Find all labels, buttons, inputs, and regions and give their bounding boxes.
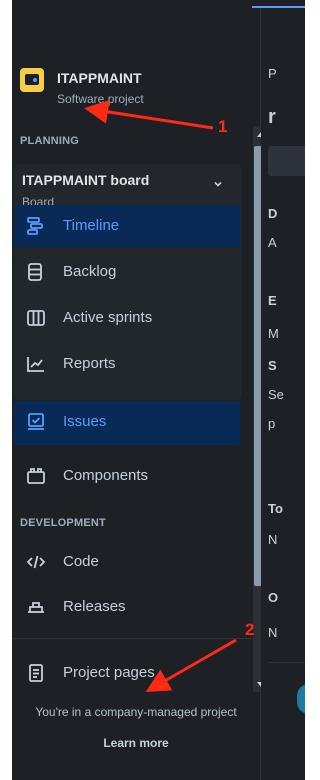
annotation-label-1: 1: [218, 117, 228, 136]
window-edge: [0, 0, 12, 780]
content-fragment: To: [268, 501, 283, 516]
reports-icon: [26, 354, 46, 374]
nav-item-active-sprints[interactable]: Active sprints: [14, 297, 240, 339]
app-window: ITAPPMAINT Software project PLANNING ITA…: [0, 0, 305, 780]
learn-more-link[interactable]: Learn more: [12, 736, 260, 750]
nav-label-code: Code: [63, 553, 99, 570]
content-fragment: S: [268, 358, 277, 373]
nav-item-timeline[interactable]: Timeline: [14, 205, 240, 247]
code-icon: [26, 552, 46, 572]
content-divider: [268, 662, 305, 663]
content-fragment: M: [268, 326, 279, 341]
issue-detail-panel: P r D A E M S Se p To N O N: [261, 8, 305, 780]
nav-item-components[interactable]: Components: [14, 455, 240, 497]
content-input-box[interactable]: [268, 146, 305, 176]
nav-label-components: Components: [63, 467, 149, 484]
nav-label-releases: Releases: [63, 598, 126, 615]
content-fragment: r: [268, 106, 276, 128]
nav-item-backlog[interactable]: Backlog: [14, 251, 240, 293]
content-fragment: Se: [268, 387, 284, 402]
content-fragment: D: [268, 206, 278, 221]
nav-item-issues[interactable]: Issues: [14, 401, 240, 445]
issues-icon: [26, 412, 46, 432]
project-type: Software project: [57, 92, 144, 106]
content-fragment: A: [268, 235, 277, 250]
page-icon: [26, 663, 46, 683]
content-fragment: N: [268, 532, 278, 547]
board-title: ITAPPMAINT board: [22, 172, 150, 188]
assistant-button[interactable]: [297, 684, 305, 714]
nav-label-reports: Reports: [63, 355, 116, 372]
nav-label-backlog: Backlog: [63, 263, 117, 280]
project-header[interactable]: ITAPPMAINT Software project: [20, 64, 220, 108]
content-fragment: E: [268, 293, 277, 308]
nav-item-code[interactable]: Code: [14, 541, 240, 583]
company-managed-notice: You're in a company-managed project: [35, 705, 237, 719]
components-icon: [26, 466, 46, 486]
development-section-heading: DEVELOPMENT: [20, 517, 106, 529]
sidebar-divider: [12, 638, 252, 639]
backlog-icon: [26, 262, 46, 282]
chevron-down-icon[interactable]: [210, 178, 226, 194]
nav-label-project-pages: Project pages: [63, 664, 155, 681]
nav-item-reports[interactable]: Reports: [14, 343, 240, 385]
content-fragment: O: [268, 590, 279, 605]
nav-item-releases[interactable]: Releases: [14, 586, 240, 628]
annotation-label-2: 2: [245, 620, 255, 639]
content-fragment: N: [268, 625, 278, 640]
content-fragment: p: [268, 416, 276, 431]
nav-label-active-sprints: Active sprints: [63, 309, 153, 326]
active-sprints-icon: [26, 308, 46, 328]
planning-section-heading: PLANNING: [20, 135, 80, 147]
timeline-icon: [26, 216, 46, 236]
nav-label-timeline: Timeline: [63, 217, 120, 234]
project-avatar-icon: [20, 68, 44, 92]
nav-item-project-pages[interactable]: Project pages: [14, 652, 240, 694]
project-name: ITAPPMAINT: [57, 70, 142, 86]
nav-label-issues: Issues: [63, 413, 107, 430]
content-fragment: P: [268, 66, 277, 81]
releases-icon: [26, 597, 46, 617]
